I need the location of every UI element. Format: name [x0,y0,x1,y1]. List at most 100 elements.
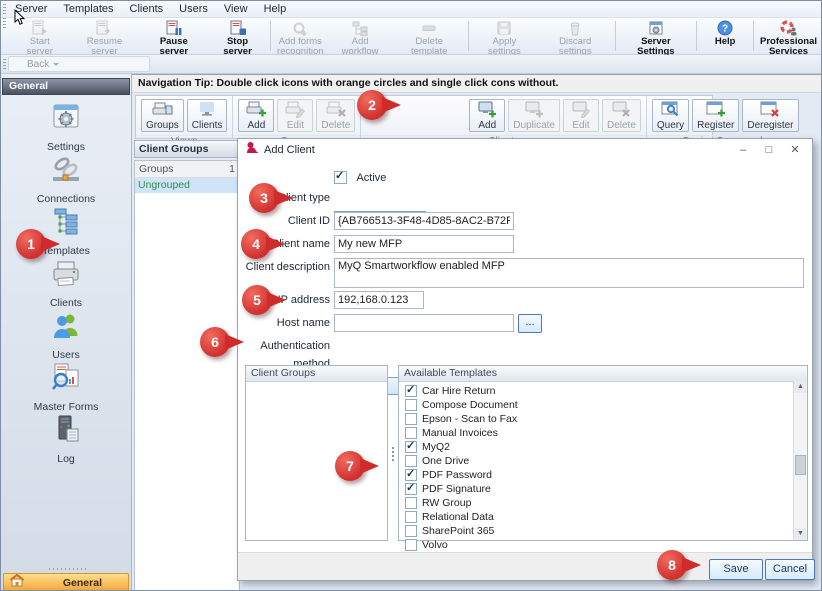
template-checkbox[interactable] [405,427,417,439]
template-row[interactable]: MyQ2 [401,440,791,454]
connections-icon [49,153,83,192]
pause-server-button[interactable]: Pause server [140,18,207,54]
client-delete-button[interactable]: Delete [602,99,641,132]
sidebar-footer-general[interactable]: General [3,573,129,591]
panel-splitter[interactable] [390,365,396,541]
mouse-cursor [14,9,26,31]
delete-template-button[interactable]: Delete template [392,18,466,54]
dialog-footer: Save Cancel [238,552,812,580]
menu-users[interactable]: Users [179,3,208,15]
template-checkbox[interactable] [405,455,417,467]
groups-view-icon [151,101,173,121]
navigation-bar: Back [1,55,821,74]
resume-server-button[interactable]: Resume server [69,18,141,54]
template-row[interactable]: RW Group [401,496,791,510]
scroll-up-arrow[interactable]: ▲ [794,381,807,393]
host-browse-button[interactable]: ... [518,314,542,333]
menu-help[interactable]: Help [264,3,287,15]
edit-pencil-icon [284,101,306,121]
close-button[interactable]: ✕ [782,140,808,160]
resume-server-icon [96,20,112,36]
template-checkbox[interactable] [405,497,417,509]
menu-templates[interactable]: Templates [63,3,113,15]
deregister-button[interactable]: Deregister [742,99,798,132]
group-delete-button[interactable]: Delete [316,99,355,132]
sidebar-item-master-forms[interactable]: Master Forms [1,361,131,413]
template-row[interactable]: One Drive [401,454,791,468]
template-row[interactable]: Volvo [401,538,791,552]
groups-view-button[interactable]: Groups [141,99,184,132]
template-row[interactable]: Car Hire Return [401,384,791,398]
cancel-button[interactable]: Cancel [765,559,815,580]
back-button[interactable]: Back [8,56,150,72]
template-checkbox[interactable] [405,511,417,523]
template-checkbox[interactable] [405,399,417,411]
scroll-down-arrow[interactable]: ▼ [794,528,807,540]
ip-address-input[interactable] [334,291,424,309]
groups-list-header[interactable]: Groups 1 [135,161,239,178]
log-icon [49,413,83,452]
template-checkbox[interactable] [405,483,417,495]
client-description-input[interactable]: MyQ Smartworkflow enabled MFP [334,258,804,288]
template-checkbox[interactable] [405,385,417,397]
apply-settings-button[interactable]: Apply settings [471,18,538,54]
template-row[interactable]: Epson - Scan to Fax [401,412,791,426]
ribbon-section-device-commands: Query Register Deregister Device C [646,96,804,138]
client-groups-panel: Client Groups [245,365,388,541]
back-dropdown-caret[interactable] [53,63,59,69]
sidebar-item-log[interactable]: Log [1,413,131,465]
template-checkbox[interactable] [405,525,417,537]
save-button[interactable]: Save [709,559,763,580]
add-workflow-button[interactable]: Add workflow [328,18,392,54]
maximize-button[interactable]: □ [756,140,782,160]
group-item-ungrouped[interactable]: Ungrouped [135,178,239,193]
minimize-button[interactable]: – [730,140,756,160]
delete-x-icon [325,101,347,121]
template-row[interactable]: Compose Document [401,398,791,412]
stop-server-button[interactable]: Stop server [207,18,268,54]
register-button[interactable]: Register [692,99,739,132]
sidebar-item-clients[interactable]: Clients [1,257,131,309]
clients-view-button[interactable]: Clients [187,99,228,132]
active-checkbox[interactable] [334,171,347,184]
template-row[interactable]: Relational Data [401,510,791,524]
template-row[interactable]: SharePoint 365 [401,524,791,538]
client-id-input[interactable] [334,212,514,230]
professional-services-button[interactable]: Professional Services [756,18,821,54]
help-button[interactable]: ? Help [699,18,751,54]
templates-scrollbar[interactable]: ▲ ▼ [793,381,807,540]
annotation-4: 4 [241,229,271,259]
dialog-title-bar[interactable]: Add Client – □ ✕ [238,139,812,161]
client-duplicate-button[interactable]: Duplicate [508,99,560,132]
toolbar-separator [615,21,616,51]
sidebar-splitter[interactable] [1,567,131,571]
menu-view[interactable]: View [224,3,248,15]
delete-x-icon [610,101,632,121]
host-name-input[interactable] [334,314,514,332]
myq-logo-icon [246,141,259,159]
group-add-button[interactable]: Add [238,99,274,132]
client-name-input[interactable] [334,235,514,253]
server-settings-button[interactable]: Server Settings [618,18,695,54]
client-edit-button[interactable]: Edit [563,99,599,132]
template-checkbox[interactable] [405,539,417,551]
query-button[interactable]: Query [652,99,689,132]
sidebar-item-users[interactable]: Users [1,309,131,361]
add-icon [476,101,498,121]
add-forms-recognition-button[interactable]: Add forms recognition [273,18,328,54]
discard-settings-button[interactable]: Discard settings [538,18,613,54]
template-checkbox[interactable] [405,469,417,481]
sidebar-item-settings[interactable]: Settings [1,101,131,153]
sidebar-item-connections[interactable]: Connections [1,153,131,205]
template-row[interactable]: Manual Invoices [401,426,791,440]
client-add-button[interactable]: Add [469,99,505,132]
menu-clients[interactable]: Clients [130,3,164,15]
scrollbar-thumb[interactable] [795,455,806,475]
template-checkbox[interactable] [405,441,417,453]
annotation-5: 5 [242,285,272,315]
group-edit-button[interactable]: Edit [277,99,313,132]
discard-settings-icon [567,20,583,36]
template-checkbox[interactable] [405,413,417,425]
template-row[interactable]: PDF Signature [401,482,791,496]
template-row[interactable]: PDF Password [401,468,791,482]
